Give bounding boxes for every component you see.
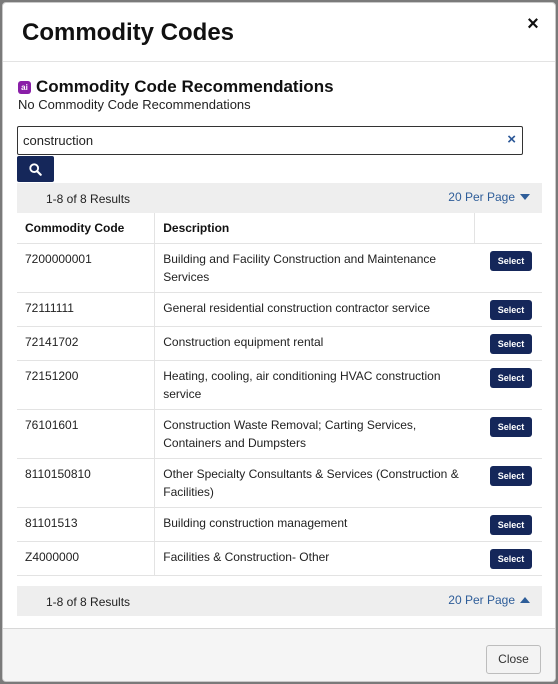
commodity-code: 81101513 <box>17 507 156 542</box>
commodity-description: Construction equipment rental <box>154 326 475 361</box>
commodity-description: Other Specialty Consultants & Services (… <box>154 458 475 508</box>
commodity-code: 7200000001 <box>17 243 156 293</box>
caret-up-icon <box>520 597 530 603</box>
modal-title: Commodity Codes <box>22 19 235 46</box>
table-row: 7200000001 Building and Facility Constru… <box>17 243 542 293</box>
pager-bottom: 1-8 of 8 Results 20 Per Page <box>17 586 542 616</box>
results-count: 1-8 of 8 Results <box>46 192 131 206</box>
select-button[interactable]: Select <box>490 515 532 535</box>
commodity-description: Building and Facility Construction and M… <box>154 243 475 293</box>
per-page-dropdown[interactable]: 20 Per Page <box>448 593 530 607</box>
commodity-description: Building construction management <box>154 507 475 542</box>
table-row: 72151200 Heating, cooling, air condition… <box>17 360 542 410</box>
select-button[interactable]: Select <box>490 549 532 569</box>
column-header-action <box>473 213 542 244</box>
per-page-dropdown[interactable]: 20 Per Page <box>448 190 530 204</box>
modal-header: Commodity Codes × <box>3 3 555 62</box>
clear-search-icon[interactable]: × <box>507 131 516 148</box>
column-header-description: Description <box>154 213 475 244</box>
select-button[interactable]: Select <box>490 368 532 388</box>
table-header-row: Commodity Code Description <box>17 213 542 244</box>
commodity-description: Facilities & Construction- Other <box>154 541 475 576</box>
table-row: 76101601 Construction Waste Removal; Car… <box>17 409 542 459</box>
table-row: 81101513 Building construction managemen… <box>17 507 542 542</box>
select-button[interactable]: Select <box>490 417 532 437</box>
search-icon <box>29 162 42 176</box>
close-button[interactable]: Close <box>486 645 541 674</box>
search-field: × <box>17 126 523 155</box>
table-row: 72111111 General residential constructio… <box>17 292 542 327</box>
commodity-code: Z4000000 <box>17 541 156 576</box>
caret-down-icon <box>520 194 530 200</box>
recommendations-title: Commodity Code Recommendations <box>36 77 334 96</box>
select-button[interactable]: Select <box>490 251 532 271</box>
recommendations-header: ai Commodity Code Recommendations <box>18 77 334 97</box>
ai-icon: ai <box>18 80 31 94</box>
pager-top: 1-8 of 8 Results 20 Per Page <box>17 183 542 213</box>
commodity-code: 76101601 <box>17 409 156 459</box>
select-button[interactable]: Select <box>490 466 532 486</box>
search-input[interactable] <box>23 127 493 154</box>
select-button[interactable]: Select <box>490 334 532 354</box>
table-row: 8110150810 Other Specialty Consultants &… <box>17 458 542 508</box>
recommendations-empty-text: No Commodity Code Recommendations <box>18 97 251 112</box>
column-header-code: Commodity Code <box>17 213 156 244</box>
select-button[interactable]: Select <box>490 300 532 320</box>
commodity-code: 72151200 <box>17 360 156 410</box>
commodity-code: 72141702 <box>17 326 156 361</box>
modal-footer: Close <box>3 628 555 681</box>
commodity-description: Construction Waste Removal; Carting Serv… <box>154 409 475 459</box>
search-button[interactable] <box>17 156 54 182</box>
commodity-description: Heating, cooling, air conditioning HVAC … <box>154 360 475 410</box>
table-row: 72141702 Construction equipment rental S… <box>17 326 542 361</box>
commodity-code: 72111111 <box>17 292 156 327</box>
close-icon[interactable]: × <box>523 13 543 35</box>
commodity-codes-modal: Commodity Codes × ai Commodity Code Reco… <box>2 2 556 682</box>
commodity-description: General residential construction contrac… <box>154 292 475 327</box>
table-row: Z4000000 Facilities & Construction- Othe… <box>17 541 542 576</box>
results-count: 1-8 of 8 Results <box>46 595 131 609</box>
commodity-code: 8110150810 <box>17 458 156 508</box>
per-page-label: 20 Per Page <box>448 190 515 204</box>
per-page-label: 20 Per Page <box>448 593 515 607</box>
results-table: Commodity Code Description 7200000001 Bu… <box>17 213 542 576</box>
